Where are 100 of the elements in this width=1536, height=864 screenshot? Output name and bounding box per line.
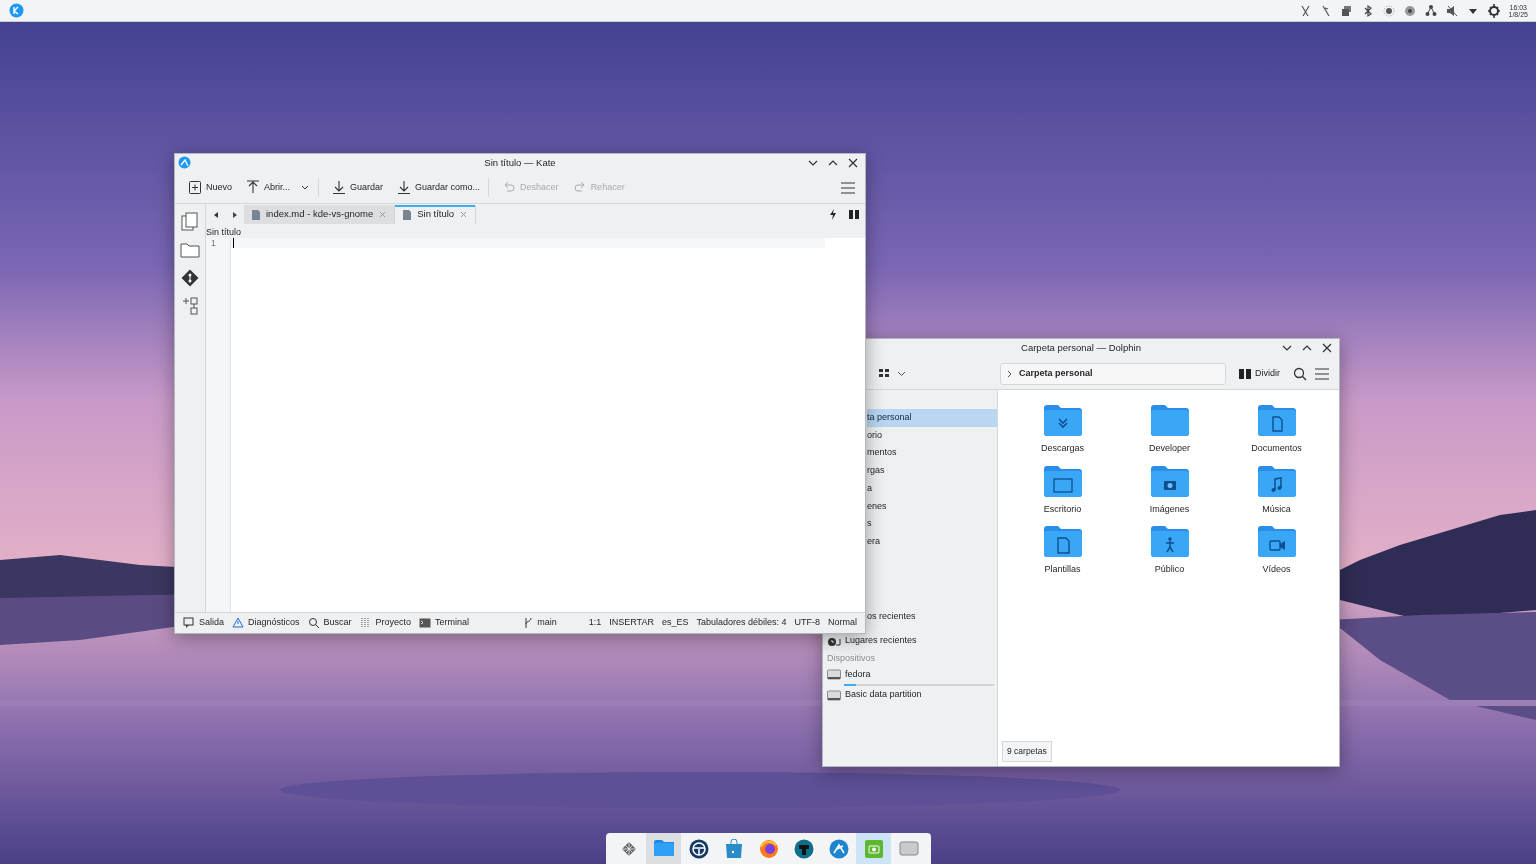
terminal-icon (419, 617, 432, 629)
app-launcher-icon[interactable] (9, 3, 24, 18)
status-button[interactable]: Normal (824, 616, 861, 630)
undo-icon (502, 180, 517, 195)
pen-icon[interactable] (1299, 3, 1312, 18)
shopping-bag-icon (723, 838, 744, 859)
drive-icon (827, 668, 841, 681)
caret-icon[interactable] (897, 369, 906, 378)
download-icon (332, 180, 347, 195)
split-view-icon[interactable] (849, 210, 859, 219)
template-folder-icon[interactable] (1042, 525, 1083, 557)
status-button[interactable]: Terminal (415, 616, 474, 630)
split-view-icon (1239, 368, 1251, 379)
disc-icon[interactable] (1404, 3, 1417, 18)
document-title: Sin título (206, 226, 243, 238)
status-button[interactable]: Diagnósticos (228, 616, 304, 630)
documents-icon[interactable] (180, 212, 200, 232)
folder-icon[interactable] (1149, 404, 1190, 436)
status-button[interactable]: Salida (179, 616, 229, 630)
split-button[interactable]: Dividir (1234, 364, 1285, 383)
folder-label[interactable]: Público (1154, 563, 1185, 577)
sun-icon[interactable] (1383, 3, 1396, 18)
settings-icon[interactable] (1488, 3, 1501, 18)
camera-folder-icon[interactable] (1149, 464, 1190, 497)
location-bar[interactable]: Carpeta personal (1000, 362, 1226, 385)
sidebar-item[interactable]: orio (867, 426, 997, 445)
sidebar-item[interactable]: a (867, 479, 997, 498)
toolbar-button[interactable]: Abrir... (241, 178, 320, 197)
status-button[interactable]: Tabuladores débiles: 4 (692, 616, 791, 630)
redo-icon (572, 180, 587, 195)
folder-label[interactable]: Documentos (1251, 442, 1302, 456)
sidebar-item[interactable]: era (867, 532, 997, 551)
sidebar-item[interactable]: Lugares recientes (823, 633, 997, 649)
download-icon (397, 180, 412, 195)
folder-icon (653, 838, 674, 859)
app-icon (828, 838, 849, 859)
status-button[interactable]: Proyecto (355, 616, 416, 630)
windows-icon[interactable] (1341, 3, 1354, 18)
document-tab[interactable]: Sin título (395, 205, 477, 224)
folder-label[interactable]: Música (1262, 502, 1291, 516)
menu-icon[interactable] (1315, 367, 1329, 380)
file-icon (252, 209, 260, 220)
toolbar-button[interactable]: Guardar (327, 178, 389, 197)
camera-icon (863, 838, 884, 859)
view-mode-icon[interactable] (879, 369, 889, 378)
status-button[interactable]: 1:1 (584, 616, 606, 630)
toolbar-button[interactable]: Nuevo (183, 178, 237, 197)
search-icon (307, 617, 320, 629)
diagram-icon[interactable] (180, 296, 200, 316)
video-folder-icon[interactable] (1256, 525, 1297, 557)
folder-label[interactable]: Escritorio (1043, 502, 1082, 516)
sidebar-item[interactable]: ta personal (867, 409, 997, 427)
warning-icon (232, 617, 245, 629)
sidebar-item[interactable]: mentos (867, 444, 997, 463)
file-icon (403, 209, 412, 220)
status-button[interactable]: INSERTAR (605, 616, 658, 630)
music-folder-icon[interactable] (1256, 464, 1297, 497)
folder-label[interactable]: Developer (1149, 442, 1190, 456)
document-tab[interactable]: index.md - kde-vs-gnome (244, 205, 396, 224)
new-file-icon (188, 180, 202, 195)
status-text: 9 carpetas (1002, 741, 1052, 762)
desktop-folder-icon[interactable] (1042, 464, 1083, 497)
folder-label[interactable]: Imágenes (1149, 502, 1190, 516)
sidebar-item[interactable]: s (867, 515, 997, 533)
chat-icon (183, 617, 195, 629)
lightning-icon[interactable] (829, 209, 837, 220)
speaker-muted-icon[interactable] (1446, 3, 1459, 18)
menu-icon[interactable] (841, 181, 855, 194)
upload-icon (246, 180, 260, 195)
folder-label[interactable]: Plantillas (1044, 563, 1081, 577)
robot-icon (793, 838, 814, 859)
app-icon (178, 156, 191, 169)
status-button[interactable]: es_ES (657, 616, 693, 630)
folder-icon[interactable] (180, 240, 200, 260)
download-folder-icon[interactable] (1042, 404, 1083, 436)
folder-label[interactable]: Vídeos (1262, 563, 1291, 577)
browser-icon (758, 838, 779, 859)
network-icon[interactable] (1425, 3, 1438, 18)
line-number: 1 (211, 238, 217, 248)
close-icon[interactable] (847, 157, 859, 169)
chevron-icon (1007, 369, 1013, 378)
close-icon[interactable] (1321, 342, 1333, 354)
search-icon[interactable] (1293, 366, 1307, 381)
document-folder-icon[interactable] (1256, 404, 1297, 436)
drive-icon (827, 689, 841, 702)
clock-icon (827, 635, 841, 647)
sidebar-item[interactable]: os recientes (867, 608, 997, 625)
sidebar-item[interactable]: enes (867, 497, 997, 516)
sidebar-item[interactable]: rgas (867, 462, 997, 480)
toolbar-button[interactable]: Guardar como... (392, 178, 490, 197)
status-button[interactable]: Buscar (303, 616, 356, 630)
branch-button[interactable]: main (519, 616, 561, 630)
person-folder-icon[interactable] (1149, 525, 1190, 557)
sidebar-item[interactable]: fedora (823, 665, 997, 684)
window-title: Carpeta personal — Dolphin (1021, 341, 1141, 356)
status-button[interactable]: UTF-8 (790, 616, 824, 630)
sidebar-item[interactable]: Basic data partition (823, 686, 997, 704)
section-heading: Dispositivos (826, 652, 876, 665)
steering-wheel-icon (688, 838, 709, 859)
folder-label[interactable]: Descargas (1041, 442, 1084, 456)
